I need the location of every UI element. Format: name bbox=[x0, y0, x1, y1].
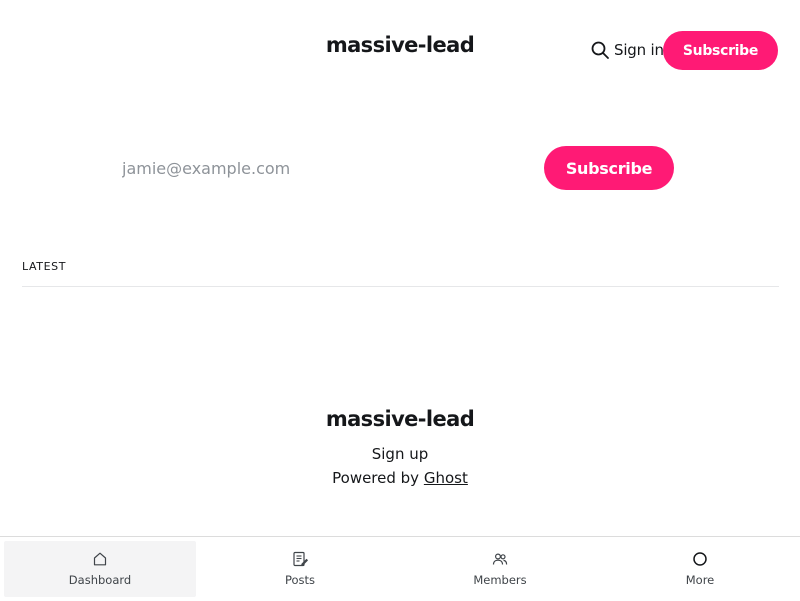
nav-label: Dashboard bbox=[68, 573, 132, 587]
footer-signup: Sign up bbox=[0, 445, 800, 463]
section-label: LATEST bbox=[22, 260, 67, 273]
search-button[interactable] bbox=[590, 40, 610, 60]
powered-by-text: Powered by bbox=[332, 469, 420, 487]
sign-in-link[interactable]: Sign in bbox=[614, 41, 664, 59]
bottom-nav: Dashboard Posts Members More bbox=[0, 536, 800, 601]
members-icon bbox=[492, 553, 508, 565]
home-icon bbox=[93, 552, 107, 566]
nav-label: Posts bbox=[284, 573, 316, 587]
search-icon bbox=[591, 41, 609, 59]
nav-item-dashboard[interactable]: Dashboard bbox=[0, 537, 200, 601]
footer-site-title: massive-lead bbox=[325, 407, 475, 431]
nav-item-more[interactable]: More bbox=[600, 537, 800, 601]
more-circle-icon bbox=[693, 552, 707, 566]
nav-label: More bbox=[685, 573, 715, 587]
powered-by: Powered by Ghost bbox=[0, 469, 800, 487]
nav-item-posts[interactable]: Posts bbox=[200, 537, 400, 601]
nav-label: Members bbox=[473, 573, 527, 587]
divider bbox=[22, 286, 779, 287]
ghost-link[interactable]: Ghost bbox=[424, 469, 468, 487]
nav-item-members[interactable]: Members bbox=[400, 537, 600, 601]
header-subscribe-button[interactable]: Subscribe bbox=[663, 31, 778, 70]
email-input[interactable] bbox=[110, 146, 535, 190]
posts-icon bbox=[293, 551, 308, 567]
subscribe-button[interactable]: Subscribe bbox=[544, 146, 674, 190]
sign-up-link[interactable]: Sign up bbox=[372, 445, 429, 463]
